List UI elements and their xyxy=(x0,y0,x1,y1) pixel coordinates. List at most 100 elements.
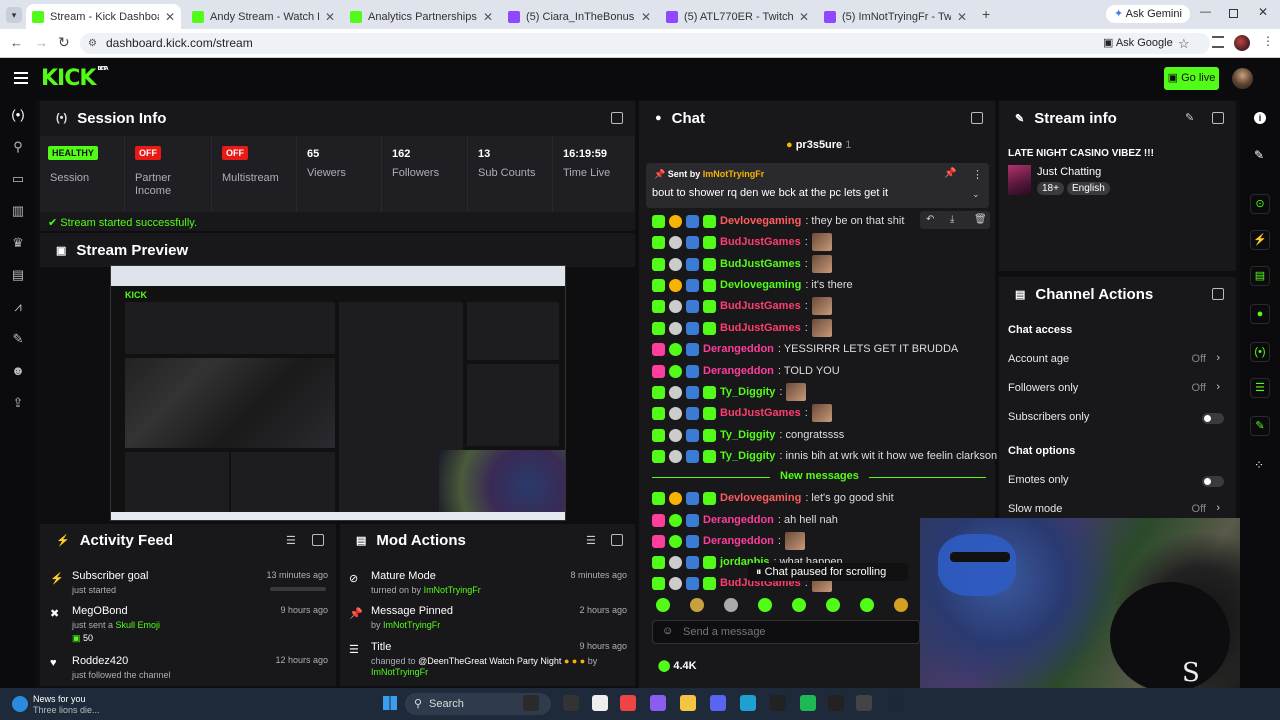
discord-icon[interactable] xyxy=(710,695,726,711)
setting-toggle[interactable] xyxy=(1202,413,1224,424)
mod-action-item[interactable]: ⊘ Mature Mode turned on by ImNotTryingFr 8 … xyxy=(349,570,627,606)
emote-icon[interactable] xyxy=(758,598,772,612)
hamburger-menu-icon[interactable] xyxy=(14,72,28,84)
steam-icon[interactable] xyxy=(888,695,904,711)
chat-username[interactable]: Ty_Diggity xyxy=(720,450,775,462)
folder-icon[interactable] xyxy=(680,695,696,711)
profile-avatar[interactable] xyxy=(1234,35,1250,51)
chat-username[interactable]: BudJustGames xyxy=(720,236,801,248)
browser-tab[interactable]: Andy Stream - Watch Live o ✕ xyxy=(186,4,341,29)
chat-username[interactable]: Derangeddon xyxy=(703,514,774,526)
filter-icon[interactable]: ☰ xyxy=(286,534,296,547)
chat-paused-banner[interactable]: ⏸ Chat paused for scrolling xyxy=(748,563,908,581)
popout-icon[interactable] xyxy=(611,112,623,124)
chat-message[interactable]: Derangeddon: xyxy=(652,532,805,550)
chat-username[interactable]: Derangeddon xyxy=(703,365,774,377)
chevron-right-icon[interactable]: › xyxy=(1216,352,1220,364)
popout-icon[interactable] xyxy=(971,112,983,124)
link-icon[interactable]: ⚲ xyxy=(11,140,25,154)
chat-message[interactable]: BudJustGames: xyxy=(652,297,832,315)
chat-message[interactable]: Devlovegaming: it's there xyxy=(652,276,853,294)
upload-icon[interactable]: ⇪ xyxy=(11,396,25,410)
spotify-icon[interactable] xyxy=(800,695,816,711)
restore-button[interactable] xyxy=(1229,9,1238,18)
wrench-icon[interactable]: ✎ xyxy=(11,332,25,346)
close-tab-icon[interactable]: ✕ xyxy=(641,10,651,24)
edit-icon[interactable]: ✎ xyxy=(1185,111,1194,124)
browser-tab[interactable]: (5) Ciara_InTheBonus - Twitch ✕ xyxy=(502,4,657,29)
chat-username[interactable]: BudJustGames xyxy=(720,407,801,419)
emote-icon[interactable] xyxy=(690,598,704,612)
reply-icon[interactable]: ↶ xyxy=(926,214,934,225)
broadcast-icon[interactable]: (•) xyxy=(11,108,25,122)
channel-setting-row[interactable]: Account age Off › xyxy=(1008,352,1224,369)
bookmark-star-icon[interactable]: ☆ xyxy=(1178,33,1190,54)
close-tab-icon[interactable]: ✕ xyxy=(957,10,967,24)
back-icon[interactable]: ← xyxy=(10,35,23,50)
browser-tab[interactable]: Stream - Kick Dashboard ✕ xyxy=(26,4,181,29)
windows-start-icon[interactable] xyxy=(383,696,397,710)
close-window-button[interactable]: ✕ xyxy=(1258,5,1268,19)
emote-icon[interactable] xyxy=(792,598,806,612)
forward-icon[interactable]: → xyxy=(35,35,48,50)
mod-user[interactable]: ImNotTryingFr xyxy=(424,585,481,595)
browser-menu-icon[interactable]: ⋮ xyxy=(1262,34,1274,48)
chevron-right-icon[interactable]: › xyxy=(1216,502,1220,514)
info-icon[interactable]: i xyxy=(1254,112,1266,124)
list-icon[interactable]: ☰ xyxy=(1250,378,1270,398)
channel-setting-row[interactable]: Slow mode Off › xyxy=(1008,502,1224,519)
trophy-icon[interactable]: ♛ xyxy=(11,236,25,250)
close-tab-icon[interactable]: ✕ xyxy=(165,10,175,24)
chat-message[interactable]: Derangeddon: ah hell nah xyxy=(652,511,838,529)
mod-user[interactable]: ImNotTryingFr xyxy=(383,620,440,630)
close-tab-icon[interactable]: ✕ xyxy=(799,10,809,24)
chat-message[interactable]: Ty_Diggity: xyxy=(652,383,807,401)
copilot-icon[interactable] xyxy=(650,695,666,711)
delete-icon[interactable]: 🗑 xyxy=(974,214,987,225)
unpin-icon[interactable]: 📌 xyxy=(944,168,956,179)
chat-message[interactable]: BudJustGames: xyxy=(652,255,832,273)
chat-message[interactable]: BudJustGames: xyxy=(652,404,832,422)
browser-tab[interactable]: (5) ImNotTryingFr - Twitch ✕ xyxy=(818,4,973,29)
new-tab-button[interactable]: + xyxy=(982,6,990,22)
mod-user[interactable]: ImNotTryingFr xyxy=(371,667,428,677)
terminal-icon[interactable] xyxy=(563,695,579,711)
kick-app-icon[interactable] xyxy=(828,695,844,711)
chat-username[interactable]: Devlovegaming xyxy=(720,492,801,504)
emote-icon[interactable] xyxy=(656,598,670,612)
news-widget[interactable]: News for you Three lions die... xyxy=(33,694,100,716)
mod-action-item[interactable]: ☰ Title changed to @DeenTheGreat Watch Par… xyxy=(349,641,627,677)
popout-icon[interactable] xyxy=(312,534,324,546)
chevron-down-icon[interactable]: ⌄ xyxy=(972,189,980,200)
analytics-icon[interactable]: ▥ xyxy=(11,204,25,218)
chat-username[interactable]: Ty_Diggity xyxy=(720,386,775,398)
target-icon[interactable]: ⊙ xyxy=(1250,194,1270,214)
user-avatar[interactable] xyxy=(1232,68,1253,89)
activity-item[interactable]: ⚡ Subscriber goal just started 13 minutes a… xyxy=(50,570,328,602)
setting-toggle[interactable] xyxy=(1202,476,1224,487)
chat-username[interactable]: Derangeddon xyxy=(703,535,774,547)
tool-icon[interactable]: ✎ xyxy=(1250,416,1270,436)
reading-list-icon[interactable] xyxy=(1212,36,1224,48)
site-info-icon[interactable]: ⚙ xyxy=(88,33,97,54)
filter-icon[interactable]: ☰ xyxy=(586,534,596,547)
url-field[interactable]: ⚙ dashboard.kick.com/stream ▣ Ask Google… xyxy=(80,33,1210,54)
channel-setting-row[interactable]: Emotes only xyxy=(1008,474,1224,490)
stream-preview-video[interactable]: KICK xyxy=(110,265,566,521)
chevron-right-icon[interactable]: › xyxy=(1216,381,1220,393)
emote-icon[interactable] xyxy=(826,598,840,612)
kick-logo[interactable]: KICK BETA xyxy=(41,66,109,91)
chat-message[interactable]: Derangeddon: YESSIRRR LETS GET IT BRUDDA xyxy=(652,340,958,358)
chat-message[interactable]: Devlovegaming: they be on that shit xyxy=(652,212,904,230)
chat-message[interactable]: BudJustGames: xyxy=(652,233,832,251)
minimize-button[interactable]: — xyxy=(1200,6,1211,18)
users-icon[interactable]: ☻ xyxy=(11,364,25,378)
file-icon[interactable] xyxy=(592,695,608,711)
reload-icon[interactable]: ↻ xyxy=(58,34,70,51)
chat-message[interactable]: Ty_Diggity: innis bih at wrk wit it how … xyxy=(652,447,997,465)
emote-icon[interactable] xyxy=(724,598,738,612)
channel-setting-row[interactable]: Subscribers only xyxy=(1008,411,1224,427)
pencil-icon[interactable]: ✎ xyxy=(1254,148,1264,162)
emote-icon[interactable] xyxy=(860,598,874,612)
chat-message[interactable]: Devlovegaming: let's go good shit xyxy=(652,489,894,507)
